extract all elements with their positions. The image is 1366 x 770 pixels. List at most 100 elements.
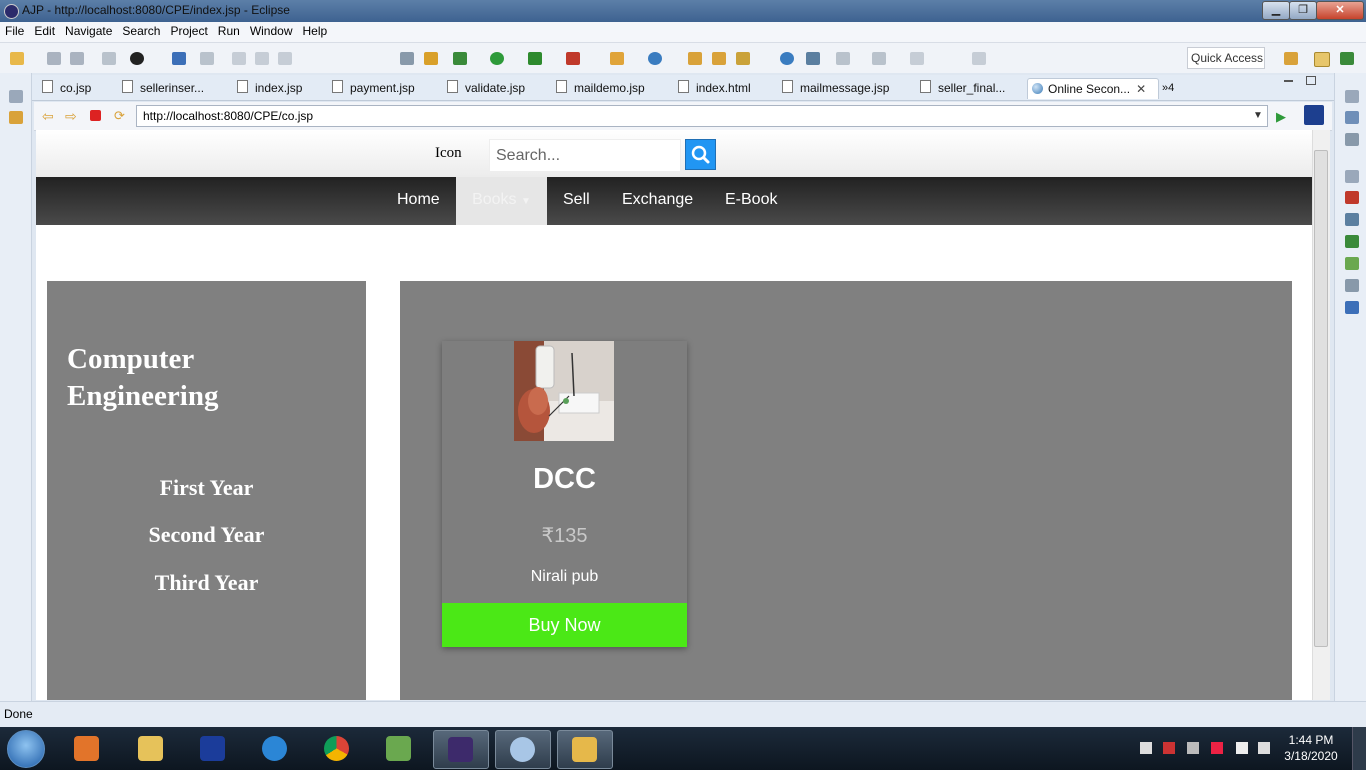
nav-books[interactable]: Books ▼ <box>456 177 547 225</box>
task-icon[interactable] <box>424 52 438 65</box>
restore-icon[interactable] <box>9 90 23 103</box>
sidebar-link-second-year[interactable]: Second Year <box>47 522 366 548</box>
annotation-icon[interactable] <box>806 52 820 65</box>
minimize-button[interactable]: ▁ <box>1262 1 1290 20</box>
refresh-icon[interactable]: ⟳ <box>114 108 125 124</box>
tab-sellerinsert[interactable]: sellerinser... <box>122 78 204 98</box>
package-explorer-icon[interactable] <box>9 111 23 124</box>
restore-bottom-icon[interactable] <box>1345 170 1359 183</box>
open-type-icon[interactable] <box>688 52 702 65</box>
tab-co-jsp[interactable]: co.jsp <box>42 78 91 98</box>
tab-index-jsp[interactable]: index.jsp <box>237 78 302 98</box>
terminate-icon[interactable] <box>278 52 292 65</box>
taskbar-rdp[interactable] <box>557 730 613 769</box>
nav-exchange[interactable]: Exchange <box>622 177 693 225</box>
tab-mailmessage-jsp[interactable]: mailmessage.jsp <box>782 78 889 98</box>
taskbar-editor[interactable] <box>372 730 426 767</box>
java-ee-perspective-icon[interactable] <box>1314 52 1330 67</box>
suspend-icon[interactable] <box>255 52 269 65</box>
usb-icon[interactable] <box>1187 742 1199 754</box>
next-annotation-icon[interactable] <box>836 52 850 65</box>
menu-navigate[interactable]: Navigate <box>60 22 117 38</box>
tab-index-html[interactable]: index.html <box>678 78 751 98</box>
taskbar-ie[interactable] <box>248 730 302 767</box>
scrollbar-thumb[interactable] <box>1314 150 1328 647</box>
battery-icon[interactable] <box>1236 742 1248 754</box>
back-icon[interactable] <box>910 52 924 65</box>
taskbar-paint[interactable] <box>495 730 551 769</box>
coverage-icon[interactable] <box>528 52 542 65</box>
outline-icon[interactable] <box>1345 111 1359 124</box>
back-arrow-icon[interactable]: ⇦ <box>42 108 54 125</box>
nav-sell[interactable]: Sell <box>563 177 590 225</box>
close-tab-icon[interactable]: ✕ <box>1136 82 1146 96</box>
data-source-icon[interactable] <box>1345 257 1359 270</box>
web-browser-icon[interactable] <box>780 52 794 65</box>
menu-help[interactable]: Help <box>298 22 333 38</box>
sidebar-link-third-year[interactable]: Third Year <box>47 570 366 596</box>
network-icon[interactable] <box>1163 742 1175 754</box>
forward-icon[interactable] <box>972 52 986 65</box>
tab-validate-jsp[interactable]: validate.jsp <box>447 78 525 98</box>
volume-icon[interactable] <box>1258 742 1270 754</box>
snippets-icon[interactable] <box>1345 279 1359 292</box>
open-perspective-icon[interactable] <box>1284 52 1298 65</box>
console-view-icon[interactable] <box>1345 301 1359 314</box>
sidebar-link-first-year[interactable]: First Year <box>47 475 366 501</box>
tab-payment-jsp[interactable]: payment.jsp <box>332 78 415 98</box>
skip-breakpoints-icon[interactable] <box>200 52 214 65</box>
markers-icon[interactable] <box>1345 191 1359 204</box>
open-folder-icon[interactable] <box>712 52 726 65</box>
taskbar-media-player[interactable] <box>60 730 114 767</box>
forward-arrow-icon[interactable]: ⇨ <box>65 108 77 125</box>
new-server-icon[interactable] <box>610 52 624 65</box>
menu-window[interactable]: Window <box>245 22 298 38</box>
minimize-view-icon[interactable] <box>1284 80 1293 82</box>
search-tool-icon[interactable] <box>736 52 750 65</box>
task-list-icon[interactable] <box>1345 133 1359 146</box>
taskbar-app-blue[interactable] <box>186 730 240 767</box>
menu-file[interactable]: File <box>0 22 29 38</box>
new-class-icon[interactable] <box>648 52 662 65</box>
system-clock[interactable]: 1:44 PM 3/18/2020 <box>1279 732 1343 764</box>
maximize-view-icon[interactable] <box>1306 76 1316 85</box>
binary-icon[interactable] <box>102 52 116 65</box>
external-tools-icon[interactable] <box>566 52 580 65</box>
taskbar-eclipse[interactable] <box>433 730 489 769</box>
resume-icon[interactable] <box>232 52 246 65</box>
action-center-icon[interactable] <box>1140 742 1152 754</box>
menu-run[interactable]: Run <box>213 22 245 38</box>
prev-annotation-icon[interactable] <box>872 52 886 65</box>
show-desktop-button[interactable] <box>1352 727 1366 770</box>
taskbar-chrome[interactable] <box>310 730 364 767</box>
save-all-icon[interactable] <box>70 52 84 65</box>
restore-icon[interactable] <box>1345 90 1359 103</box>
go-icon[interactable]: ▶ <box>1276 109 1286 125</box>
tabs-overflow[interactable]: »4 <box>1162 78 1174 98</box>
new-icon[interactable] <box>10 52 24 65</box>
servers-icon[interactable] <box>1345 235 1359 248</box>
start-button[interactable] <box>7 730 45 768</box>
debug-perspective-icon[interactable] <box>1340 52 1354 65</box>
search-input[interactable]: Search... <box>489 139 681 172</box>
nav-ebook[interactable]: E-Book <box>725 177 777 225</box>
save-icon[interactable] <box>47 52 61 65</box>
quick-access-input[interactable]: Quick Access <box>1187 47 1265 69</box>
close-button[interactable]: ✕ <box>1316 1 1364 20</box>
url-dropdown-icon[interactable]: ▼ <box>1253 110 1263 121</box>
console-icon[interactable] <box>172 52 186 65</box>
tab-online-second[interactable]: Online Secon... ✕ <box>1027 78 1159 99</box>
antivirus-icon[interactable] <box>1211 742 1223 754</box>
format-icon[interactable] <box>400 52 414 65</box>
url-input[interactable]: http://localhost:8080/CPE/co.jsp <box>136 105 1268 127</box>
taskbar-explorer[interactable] <box>124 730 178 767</box>
properties-icon[interactable] <box>1345 213 1359 226</box>
maximize-button[interactable]: ❐ <box>1289 1 1317 20</box>
debug-icon[interactable] <box>453 52 467 65</box>
tab-seller-final[interactable]: seller_final... <box>920 78 1005 98</box>
menu-search[interactable]: Search <box>117 22 165 38</box>
menu-project[interactable]: Project <box>165 22 212 38</box>
tab-maildemo-jsp[interactable]: maildemo.jsp <box>556 78 645 98</box>
stop-icon[interactable] <box>90 110 101 121</box>
menu-edit[interactable]: Edit <box>29 22 60 38</box>
